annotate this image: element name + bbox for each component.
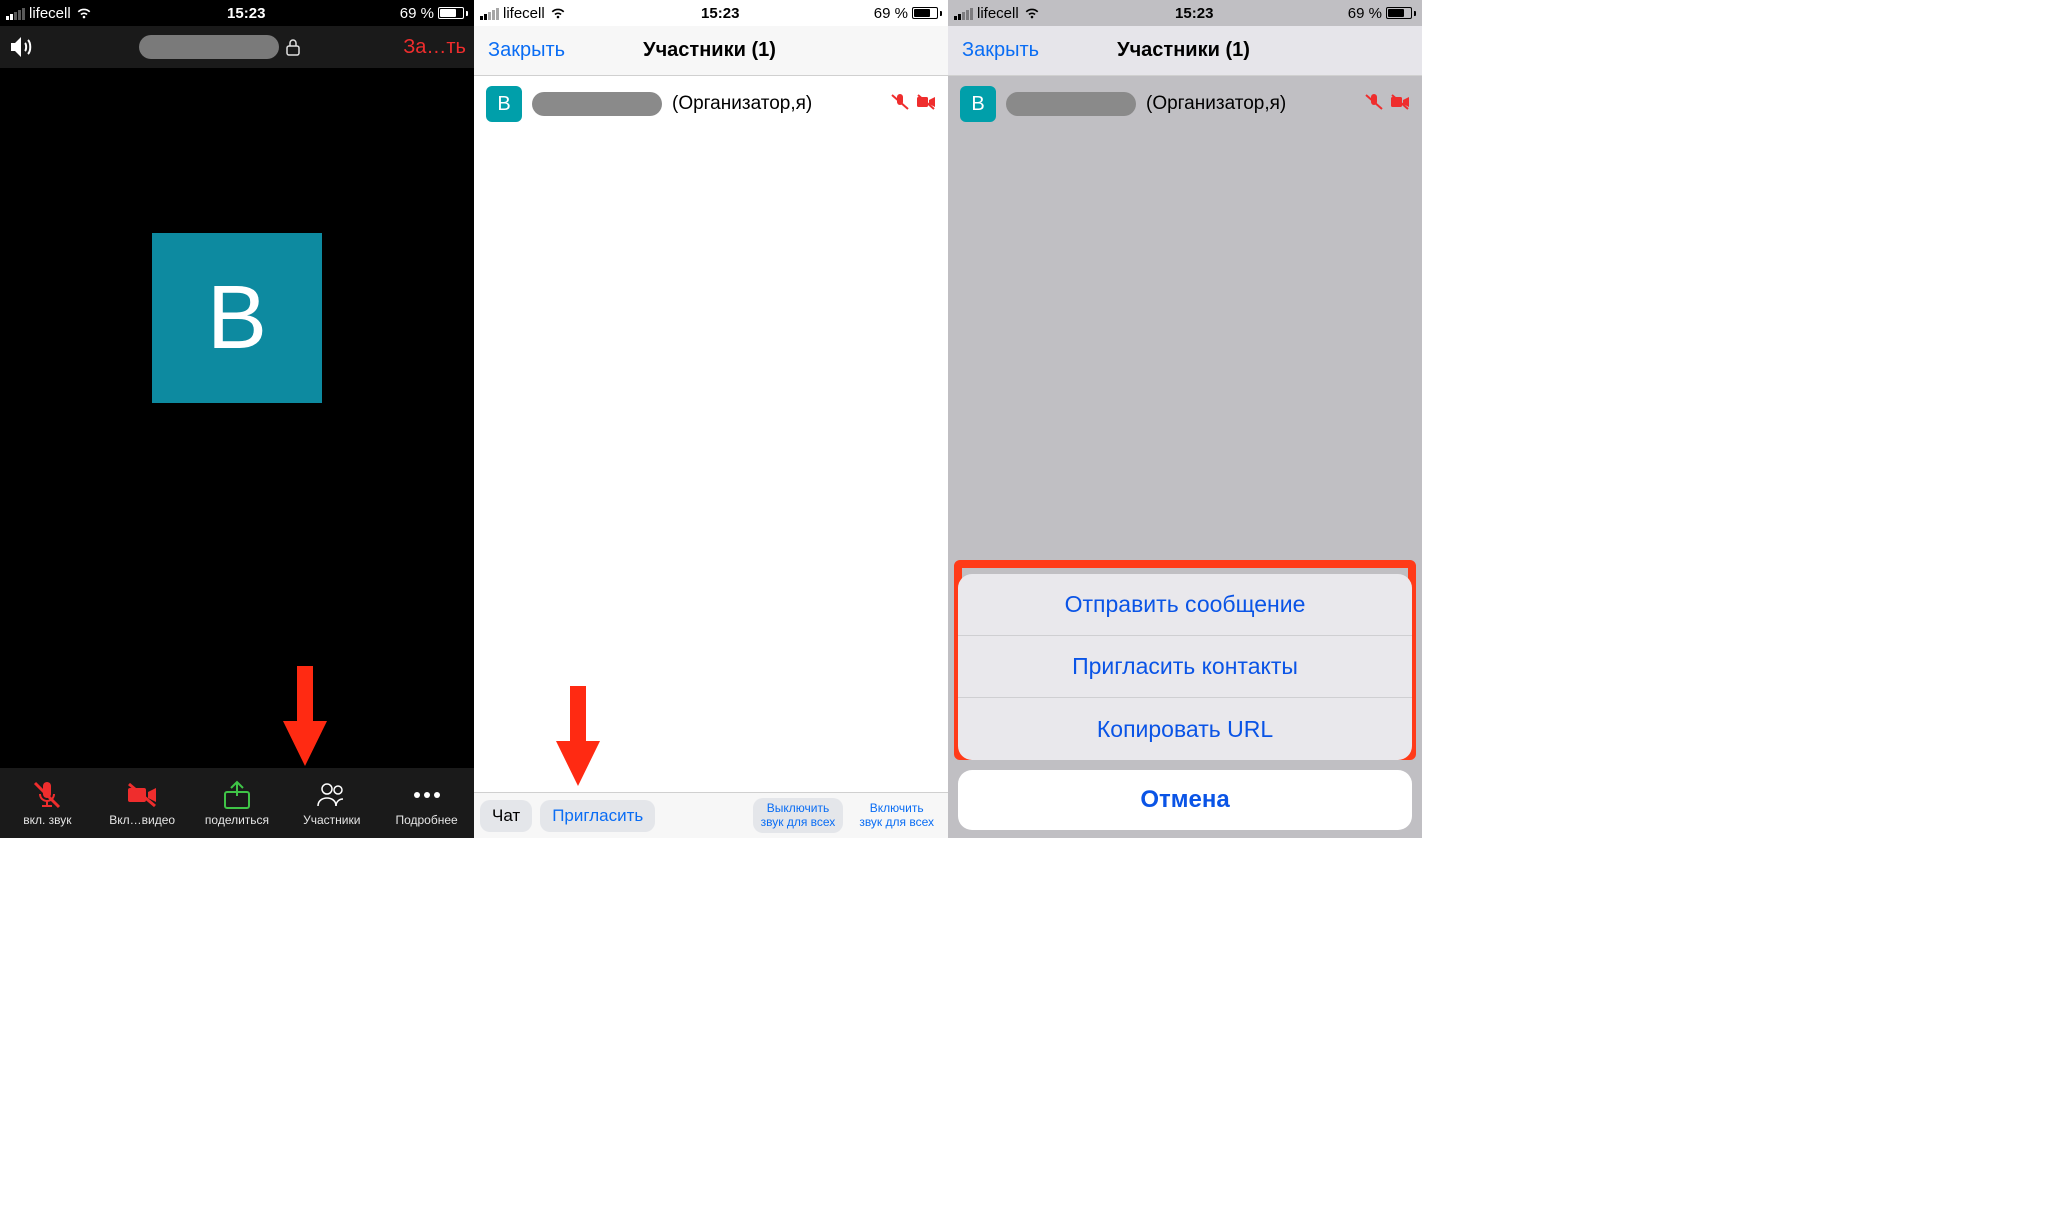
participants-button[interactable]: Участники — [292, 780, 372, 827]
end-meeting-button[interactable]: За…ть — [403, 36, 466, 59]
screen-participants: lifecell 15:23 69 % Закрыть Участники (1… — [474, 0, 948, 838]
camera-off-icon — [125, 780, 159, 810]
participant-row[interactable]: В (Организатор,я) — [948, 76, 1422, 132]
participants-header: Закрыть Участники (1) — [948, 26, 1422, 76]
participant-name-redacted — [1006, 92, 1136, 116]
share-icon — [220, 780, 254, 810]
unmute-all-button[interactable]: Включить звук для всех — [851, 798, 942, 834]
participant-name-redacted — [532, 92, 662, 116]
audio-label: вкл. звук — [23, 813, 71, 827]
participant-role: (Организатор,я) — [672, 93, 812, 115]
call-toolbar: вкл. звук Вкл…видео поделиться Участники… — [0, 768, 474, 838]
more-button[interactable]: Подробнее — [387, 780, 467, 827]
annotation-arrow-icon — [551, 686, 605, 786]
status-bar: lifecell 15:23 69 % — [474, 0, 948, 26]
signal-bars-icon — [954, 6, 973, 20]
mute-all-line2: звук для всех — [761, 816, 836, 830]
mute-all-button[interactable]: Выключить звук для всех — [753, 798, 844, 834]
screen-invite-sheet: lifecell 15:23 69 % Закрыть Участники (1… — [948, 0, 1422, 838]
annotation-arrow-icon — [283, 666, 327, 766]
status-time: 15:23 — [1175, 5, 1213, 22]
wifi-icon — [1023, 6, 1041, 20]
toggle-video-button[interactable]: Вкл…видео — [102, 780, 182, 827]
meeting-title-redacted — [139, 35, 279, 59]
participants-icon — [315, 780, 349, 810]
toggle-audio-button[interactable]: вкл. звук — [7, 780, 87, 827]
status-time: 15:23 — [701, 5, 739, 22]
signal-bars-icon — [6, 6, 25, 20]
participant-avatar-small: В — [486, 86, 522, 122]
battery-icon — [912, 7, 942, 19]
chat-button[interactable]: Чат — [480, 800, 532, 832]
wifi-icon — [75, 6, 93, 20]
signal-bars-icon — [480, 6, 499, 20]
battery-icon — [438, 7, 468, 19]
send-message-option[interactable]: Отправить сообщение — [958, 574, 1412, 636]
cancel-button[interactable]: Отмена — [958, 770, 1412, 830]
participant-row[interactable]: В (Организатор,я) — [474, 76, 948, 132]
share-button[interactable]: поделиться — [197, 780, 277, 827]
close-button[interactable]: Закрыть — [488, 39, 565, 62]
speaker-icon[interactable] — [8, 35, 36, 59]
more-icon — [410, 780, 444, 810]
participants-label: Участники — [303, 813, 360, 827]
carrier-label: lifecell — [977, 5, 1019, 22]
camera-off-icon — [916, 93, 936, 116]
participant-avatar-small: В — [960, 86, 996, 122]
invite-contacts-option[interactable]: Пригласить контакты — [958, 636, 1412, 698]
status-bar: lifecell 15:23 69 % — [0, 0, 474, 26]
battery-percent: 69 % — [874, 5, 908, 22]
wifi-icon — [549, 6, 567, 20]
unmute-all-line2: звук для всех — [859, 816, 934, 830]
call-header: За…ть — [0, 26, 474, 68]
screen-zoom-call: lifecell 15:23 69 % За…ть В — [0, 0, 474, 838]
carrier-label: lifecell — [29, 5, 71, 22]
status-time: 15:23 — [227, 5, 265, 22]
mic-off-icon — [1364, 93, 1384, 116]
camera-off-icon — [1390, 93, 1410, 116]
participants-bottom-bar: Чат Пригласить Выключить звук для всех В… — [474, 792, 948, 838]
more-label: Подробнее — [395, 813, 457, 827]
video-label: Вкл…видео — [109, 813, 175, 827]
participant-role: (Организатор,я) — [1146, 93, 1286, 115]
carrier-label: lifecell — [503, 5, 545, 22]
participants-header: Закрыть Участники (1) — [474, 26, 948, 76]
copy-url-option[interactable]: Копировать URL — [958, 698, 1412, 760]
mic-off-icon — [890, 93, 910, 116]
unmute-all-line1: Включить — [859, 802, 934, 816]
lock-icon — [285, 38, 301, 56]
battery-percent: 69 % — [400, 5, 434, 22]
participants-title: Участники (1) — [565, 39, 854, 62]
mic-off-icon — [30, 780, 64, 810]
participant-avatar: В — [152, 233, 322, 403]
share-label: поделиться — [205, 813, 269, 827]
status-bar: lifecell 15:23 69 % — [948, 0, 1422, 26]
battery-percent: 69 % — [1348, 5, 1382, 22]
mute-all-line1: Выключить — [761, 802, 836, 816]
whitespace-pad — [1422, 0, 2048, 838]
participants-title: Участники (1) — [1039, 39, 1328, 62]
invite-action-sheet: Отправить сообщение Пригласить контакты … — [958, 574, 1412, 830]
invite-button[interactable]: Пригласить — [540, 800, 655, 832]
battery-icon — [1386, 7, 1416, 19]
close-button[interactable]: Закрыть — [962, 39, 1039, 62]
